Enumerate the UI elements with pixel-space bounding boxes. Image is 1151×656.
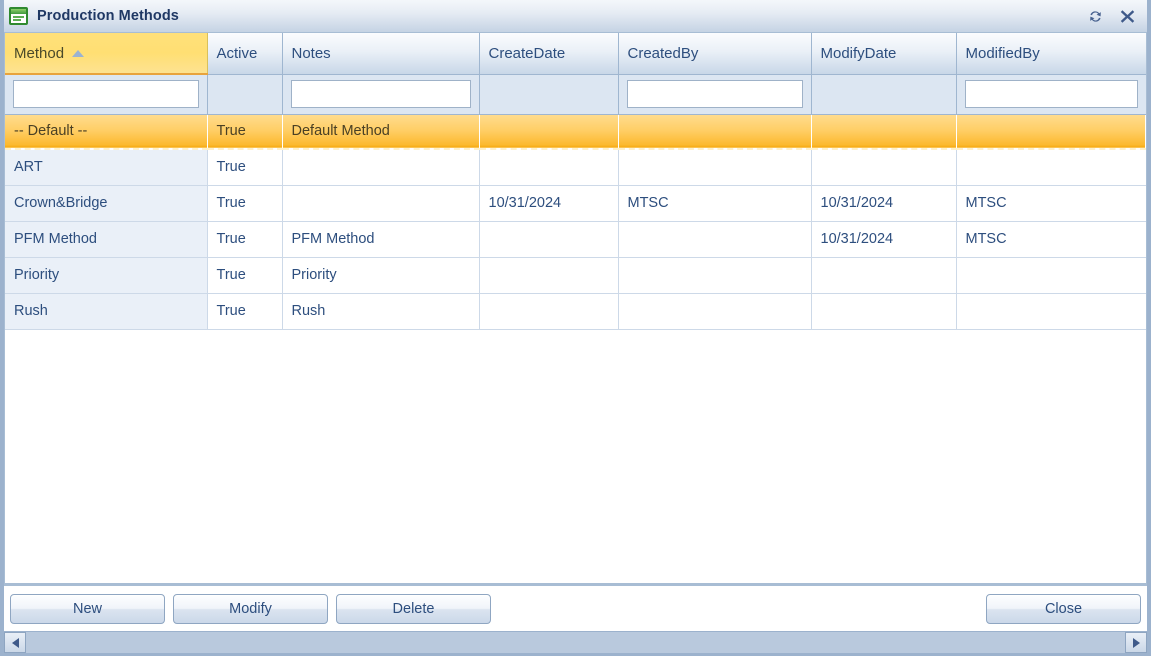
new-button[interactable]: New (10, 593, 165, 624)
cell-modifydate (811, 293, 957, 330)
close-button[interactable]: Close (986, 593, 1141, 624)
filter-input-method[interactable] (13, 80, 199, 109)
table-row[interactable]: Priority True Priority (5, 257, 1146, 294)
sort-ascending-icon (72, 49, 85, 57)
cell-createdby (618, 149, 812, 186)
column-header-createdate[interactable]: CreateDate (479, 33, 619, 75)
cell-notes: PFM Method (282, 221, 480, 258)
table-row[interactable]: -- Default -- True Default Method (5, 114, 1146, 150)
table-row[interactable]: Crown&Bridge True 10/31/2024 MTSC 10/31/… (5, 185, 1146, 222)
cell-method: Priority (5, 257, 208, 294)
close-icon[interactable] (1118, 7, 1136, 25)
scroll-left-icon[interactable] (4, 632, 26, 653)
modify-button[interactable]: Modify (173, 593, 328, 624)
column-header-label: Notes (291, 44, 331, 62)
column-header-label: Method (14, 44, 65, 62)
filter-cell-active (207, 74, 283, 115)
cell-modifydate (811, 114, 956, 150)
filter-input-createdby[interactable] (626, 80, 803, 108)
filter-input-modifiedby[interactable] (964, 80, 1138, 108)
cell-modifydate (811, 149, 957, 186)
filter-cell-modifiedby (956, 74, 1146, 115)
cell-notes: Default Method (282, 114, 479, 150)
column-header-label: CreatedBy (627, 44, 699, 62)
window-titlebar: Production Methods (4, 0, 1147, 33)
cell-createdby (618, 114, 811, 150)
column-header-label: CreateDate (488, 44, 566, 62)
cell-method: Crown&Bridge (5, 185, 208, 222)
filter-cell-createdby (618, 74, 812, 115)
filter-cell-createdate (479, 74, 619, 115)
cell-active: True (207, 221, 283, 258)
production-methods-window: Production Methods Method Active Notes C… (0, 0, 1151, 656)
table-row[interactable]: ART True (5, 149, 1146, 186)
refresh-icon[interactable] (1086, 7, 1104, 25)
cell-method: Rush (5, 293, 208, 330)
delete-button[interactable]: Delete (336, 593, 491, 624)
cell-modifiedby (956, 149, 1146, 186)
cell-modifiedby (956, 114, 1146, 150)
cell-modifiedby (956, 257, 1146, 294)
cell-notes (282, 149, 480, 186)
cell-modifydate: 10/31/2024 (811, 185, 957, 222)
cell-modifiedby: MTSC (956, 185, 1146, 222)
filter-cell-modifydate (811, 74, 957, 115)
cell-method: -- Default -- (5, 114, 207, 150)
cell-modifydate (811, 257, 957, 294)
table-row[interactable]: Rush True Rush (5, 293, 1146, 330)
cell-createdby (618, 293, 812, 330)
cell-createdate (479, 293, 619, 330)
action-button-bar: New Modify Delete Close (4, 584, 1147, 631)
production-methods-grid[interactable]: Method Active Notes CreateDate CreatedBy… (4, 33, 1147, 584)
table-row[interactable]: PFM Method True PFM Method 10/31/2024 MT… (5, 221, 1146, 258)
form-document-icon (9, 7, 28, 25)
filter-row (5, 73, 1146, 115)
cell-active: True (207, 149, 283, 186)
cell-createdate (479, 257, 619, 294)
cell-modifiedby: MTSC (956, 221, 1146, 258)
cell-active: True (207, 293, 283, 330)
grid-header: Method Active Notes CreateDate CreatedBy… (5, 33, 1146, 115)
grid-body: -- Default -- True Default Method ART Tr… (5, 114, 1146, 330)
filter-cell-method (5, 73, 208, 115)
cell-method: PFM Method (5, 221, 208, 258)
column-header-label: Active (216, 44, 258, 62)
column-header-modifiedby[interactable]: ModifiedBy (956, 33, 1146, 75)
cell-modifydate: 10/31/2024 (811, 221, 957, 258)
cell-createdate: 10/31/2024 (479, 185, 619, 222)
column-header-modifydate[interactable]: ModifyDate (811, 33, 957, 75)
column-header-label: ModifyDate (820, 44, 897, 62)
cell-createdby: MTSC (618, 185, 812, 222)
grid-table: Method Active Notes CreateDate CreatedBy… (5, 33, 1146, 330)
horizontal-scrollbar[interactable] (4, 631, 1147, 653)
cell-createdate (479, 149, 619, 186)
cell-method: ART (5, 149, 208, 186)
cell-createdate (479, 114, 618, 150)
cell-active: True (207, 257, 283, 294)
cell-createdby (618, 221, 812, 258)
cell-createdby (618, 257, 812, 294)
filter-cell-notes (282, 74, 480, 115)
filter-input-notes[interactable] (290, 80, 471, 108)
scroll-right-icon[interactable] (1125, 632, 1147, 653)
page-title: Production Methods (37, 8, 179, 24)
cell-active: True (207, 114, 282, 150)
column-header-notes[interactable]: Notes (282, 33, 480, 75)
column-header-active[interactable]: Active (207, 33, 283, 75)
column-header-label: ModifiedBy (965, 44, 1040, 62)
cell-notes: Priority (282, 257, 480, 294)
cell-modifiedby (956, 293, 1146, 330)
cell-notes (282, 185, 480, 222)
column-header-method[interactable]: Method (5, 33, 208, 75)
column-header-createdby[interactable]: CreatedBy (618, 33, 812, 75)
titlebar-actions (1086, 7, 1141, 25)
cell-createdate (479, 221, 619, 258)
cell-notes: Rush (282, 293, 480, 330)
cell-active: True (207, 185, 283, 222)
header-row: Method Active Notes CreateDate CreatedBy… (5, 33, 1146, 75)
